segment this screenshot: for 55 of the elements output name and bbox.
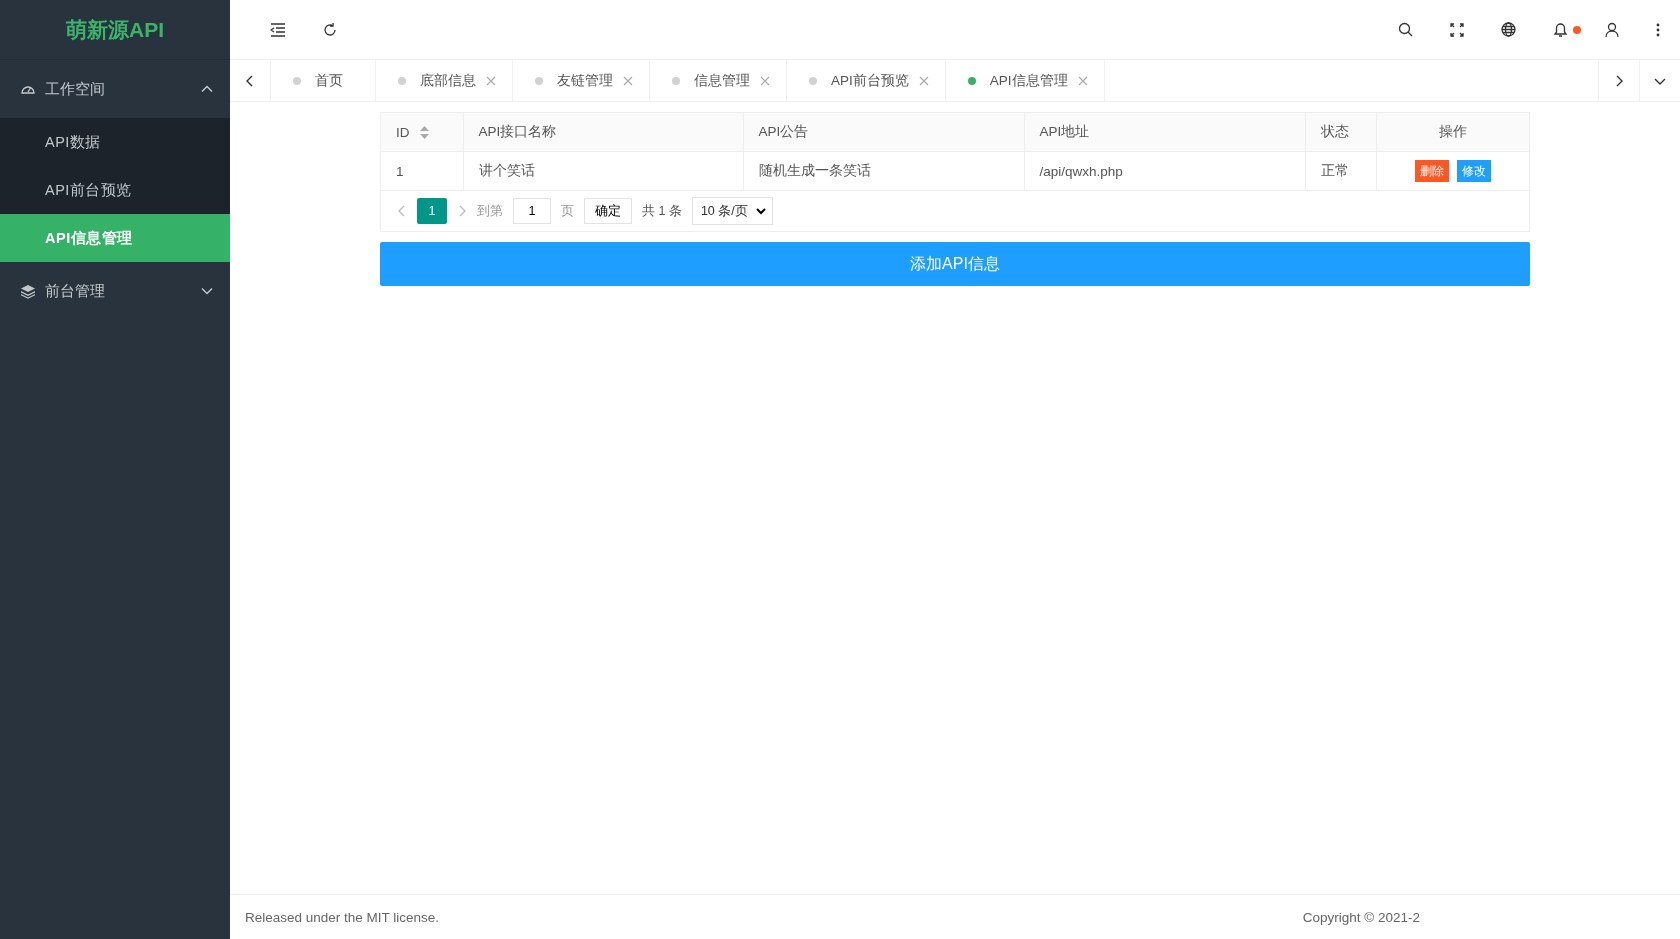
table-cell: 正常 (1320, 163, 1349, 178)
app-logo: 萌新源API (0, 0, 230, 60)
tab-label: 信息管理 (694, 71, 750, 90)
column-header: API地址 (1039, 124, 1090, 139)
menu-item[interactable]: API数据 (0, 118, 230, 166)
page-unit: 页 (561, 202, 574, 220)
layers-icon (20, 283, 36, 299)
goto-label: 到第 (477, 202, 503, 220)
refresh-icon[interactable] (322, 21, 338, 38)
fullscreen-icon[interactable] (1450, 22, 1464, 37)
column-header: API接口名称 (478, 124, 557, 139)
user-icon[interactable] (1605, 22, 1619, 37)
globe-icon[interactable] (1501, 22, 1516, 37)
menu-group[interactable]: 工作空间 (0, 60, 230, 118)
license-text: Released under the MIT license. (245, 909, 440, 925)
column-header[interactable]: ID (396, 124, 410, 140)
table-cell: 1 (396, 163, 404, 179)
menu-icon[interactable] (270, 22, 286, 37)
caret-icon (755, 207, 766, 215)
tab[interactable]: 信息管理 (650, 60, 787, 101)
confirm-button[interactable]: 确定 (584, 198, 632, 224)
next-page-icon[interactable] (457, 205, 467, 217)
column-header: 操作 (1438, 124, 1467, 139)
close-icon[interactable] (486, 75, 496, 86)
prev-page-icon[interactable] (397, 205, 407, 217)
tab-label: 友链管理 (557, 71, 613, 90)
menu-item[interactable]: API前台预览 (0, 166, 230, 214)
tab[interactable]: 底部信息 (376, 60, 513, 101)
menu-group[interactable]: 前台管理 (0, 262, 230, 320)
tab[interactable]: API信息管理 (945, 60, 1105, 101)
column-header: 状态 (1320, 124, 1349, 139)
page-button[interactable]: 1 (417, 198, 447, 224)
sort-icon[interactable] (419, 125, 429, 139)
column-header: API公告 (758, 124, 809, 139)
close-icon[interactable] (1077, 75, 1088, 86)
bell-icon[interactable] (1553, 21, 1568, 38)
copyright-text: Copyright © 2021-2 (1302, 909, 1420, 925)
total-count: 共 1 条 (642, 202, 682, 220)
table-cell: 随机生成一条笑话 (758, 163, 871, 178)
tab-label: 底部信息 (420, 71, 476, 90)
page-input[interactable]: 1 (513, 198, 551, 224)
table-cell: 讲个笑话 (478, 163, 535, 178)
tab[interactable]: API前台预览 (787, 60, 946, 101)
tab[interactable]: 友链管理 (513, 60, 650, 101)
tab[interactable]: 首页 (271, 60, 376, 101)
close-icon[interactable] (760, 75, 770, 86)
tab-label: API信息管理 (989, 71, 1068, 90)
more-icon[interactable] (1656, 22, 1660, 37)
close-icon[interactable] (623, 75, 633, 86)
search-icon[interactable] (1398, 22, 1413, 37)
page-size-select[interactable]: 10 条/页 (691, 197, 773, 225)
close-icon[interactable] (918, 75, 929, 86)
tab-label: API前台预览 (831, 71, 909, 90)
tab-label: 首页 (315, 71, 343, 90)
table-cell: /api/qwxh.php (1039, 163, 1123, 179)
